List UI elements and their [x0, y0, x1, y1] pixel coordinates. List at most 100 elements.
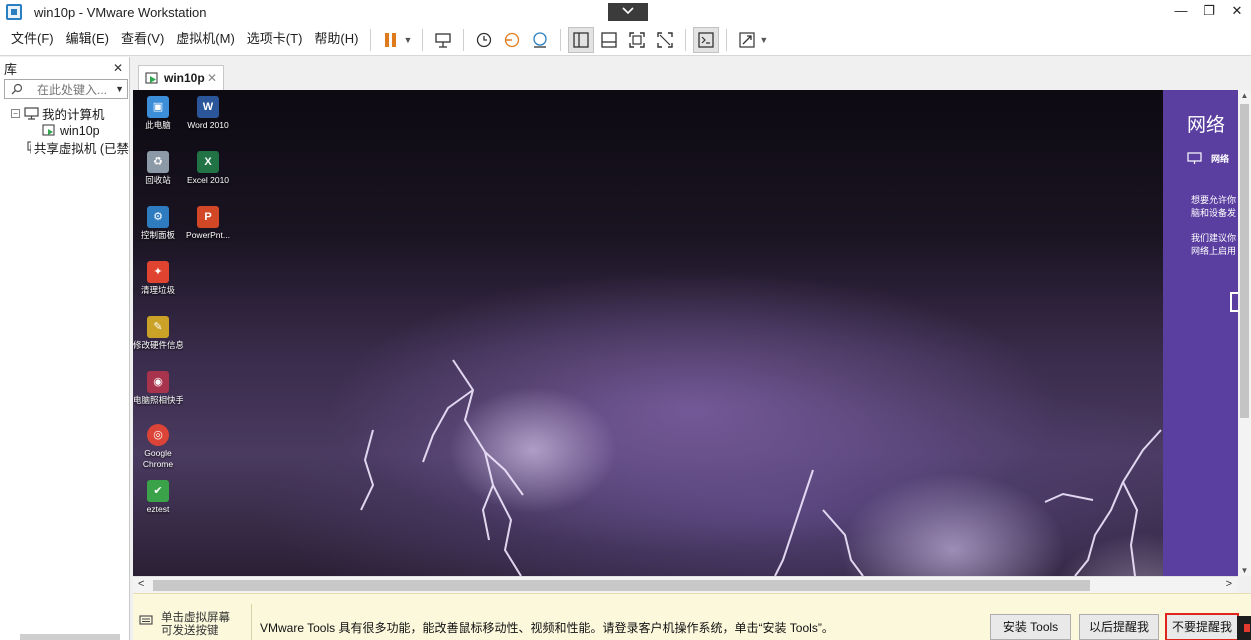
desktop-icon-label: Excel 2010	[186, 175, 230, 185]
desktop-icon-powerpoint[interactable]: P PowerPnt...	[183, 206, 233, 241]
menu-vm[interactable]: 虚拟机(M)	[170, 24, 241, 56]
toolbar-separator	[370, 28, 372, 51]
control-panel-icon: ⚙	[147, 206, 169, 228]
vm-running-icon	[145, 71, 158, 84]
tab-label: win10p	[164, 71, 205, 85]
library-close-button[interactable]: ✕	[113, 61, 123, 75]
menu-tabs[interactable]: 选项卡(T)	[241, 24, 309, 56]
desktop-icon-word[interactable]: W Word 2010	[183, 96, 233, 131]
tools-message: VMware Tools 具有很多功能，能改善鼠标移动性、视频和性能。请登录客户…	[260, 621, 834, 635]
library-panel: 库 ✕ 在此处键入... ▼ − 我的计算机 win10p 共享虚拟机 (已禁	[0, 57, 130, 640]
horizontal-scrollbar[interactable]: < >	[133, 576, 1238, 593]
desktop-icon-label: 此电脑	[145, 120, 171, 130]
menu-file[interactable]: 文件(F)	[5, 24, 60, 56]
tree-item-shared-vms[interactable]: 共享虚拟机 (已禁	[0, 139, 129, 156]
window-controls: — ❐ ✕	[1167, 0, 1251, 24]
tree-label-win10p: win10p	[60, 123, 100, 138]
desktop-icon-control-panel[interactable]: ⚙ 控制面板	[133, 206, 183, 241]
eztest-icon: ✔	[147, 480, 169, 502]
menu-edit[interactable]: 编辑(E)	[60, 24, 115, 56]
minimize-button[interactable]: —	[1167, 0, 1195, 24]
chevron-down-icon[interactable]	[608, 3, 648, 21]
hint-line-1: 单击虚拟屏幕	[161, 612, 230, 624]
bar-divider	[251, 604, 252, 640]
toolbar-separator	[560, 28, 562, 51]
toolbar-separator	[726, 28, 728, 51]
stretch-guest-icon[interactable]	[734, 27, 760, 53]
desktop-icon-this-pc[interactable]: ▣ 此电脑	[133, 96, 183, 131]
hint-line-2: 可发送按键	[161, 625, 219, 637]
vertical-scroll-thumb[interactable]	[1240, 104, 1249, 418]
remind-later-button[interactable]: 以后提醒我	[1079, 614, 1159, 640]
collapse-icon[interactable]: −	[11, 109, 20, 118]
desktop-icon-label: PowerPnt...	[186, 230, 230, 240]
console-view-icon[interactable]	[693, 26, 720, 53]
recycle-bin-icon: ♻	[147, 151, 169, 173]
desktop-icon-cleanup[interactable]: ✦ 清理垃圾	[133, 261, 183, 296]
menu-help[interactable]: 帮助(H)	[308, 24, 364, 56]
library-scrollbar[interactable]	[20, 634, 120, 640]
scroll-left-icon[interactable]: <	[138, 578, 144, 590]
scroll-right-icon[interactable]: >	[1226, 578, 1232, 590]
toolbar-separator	[422, 28, 424, 51]
toolbar-separator	[463, 28, 465, 51]
desktop-icon-chrome[interactable]: ◎ Google Chrome	[133, 424, 183, 470]
scroll-up-icon[interactable]: ▲	[1238, 91, 1251, 100]
network-button-edge[interactable]	[1230, 292, 1238, 312]
desktop-icon-label: 回收站	[145, 175, 171, 185]
notification-corner-icon	[1237, 616, 1251, 640]
keyboard-icon	[139, 615, 153, 625]
keyboard-hint: 单击虚拟屏幕 可发送按键	[139, 612, 230, 638]
computer-icon	[24, 107, 39, 120]
desktop-icon-label: eztest	[146, 504, 170, 514]
never-remind-button[interactable]: 不要提醒我	[1165, 613, 1239, 640]
toolbar-separator	[685, 28, 687, 51]
unity-icon[interactable]	[652, 27, 678, 53]
tree-label-shared: 共享虚拟机 (已禁	[33, 142, 129, 156]
desktop-icon-eztest[interactable]: ✔ eztest	[133, 480, 183, 515]
tab-close-button[interactable]: ✕	[207, 71, 217, 85]
tree-item-win10p[interactable]: win10p	[0, 122, 129, 139]
search-icon	[11, 83, 23, 95]
vm-guest-screen[interactable]: ▣ 此电脑 W Word 2010 ♻ 回收站 X Excel 2010 ⚙ 控…	[133, 90, 1163, 576]
chrome-label-text: Google Chrome	[142, 448, 174, 469]
search-dropdown-icon[interactable]: ▼	[115, 84, 124, 94]
vmware-logo-icon	[6, 4, 22, 20]
desktop-icon-excel[interactable]: X Excel 2010	[183, 151, 233, 186]
network-icon	[1187, 152, 1202, 164]
send-ctrl-alt-del-icon[interactable]	[430, 27, 456, 53]
thumbnail-bar-icon[interactable]	[596, 27, 622, 53]
vertical-scrollbar[interactable]: ▲ ▼	[1238, 90, 1251, 576]
vm-running-icon	[42, 124, 55, 136]
computer-icon: ▣	[147, 96, 169, 118]
pause-icon[interactable]	[378, 27, 404, 53]
close-button[interactable]: ✕	[1223, 0, 1251, 24]
full-screen-icon[interactable]	[624, 27, 650, 53]
desktop-icons: ▣ 此电脑 W Word 2010 ♻ 回收站 X Excel 2010 ⚙ 控…	[133, 90, 233, 576]
network-item[interactable]: 网络	[1187, 152, 1229, 165]
show-library-icon[interactable]	[568, 26, 595, 53]
tree-label-my-computer: 我的计算机	[42, 108, 105, 122]
snapshot-icon[interactable]	[471, 27, 497, 53]
desktop-icon-recycle-bin[interactable]: ♻ 回收站	[133, 151, 183, 186]
stretch-dropdown-icon[interactable]: ▼	[759, 35, 768, 45]
horizontal-scroll-thumb[interactable]	[153, 580, 1090, 591]
desktop-icon-hardware-info[interactable]: ✎ 修改硬件信息	[133, 316, 183, 351]
tab-win10p[interactable]: win10p ✕	[138, 65, 224, 90]
network-title: 网络	[1187, 115, 1226, 136]
snapshot-manager-icon[interactable]	[527, 27, 553, 53]
network-item-label: 网络	[1211, 154, 1230, 164]
tab-strip: win10p ✕	[132, 57, 1251, 90]
library-search-input[interactable]: 在此处键入... ▼	[4, 79, 128, 99]
scroll-down-icon[interactable]: ▼	[1238, 566, 1251, 575]
pause-dropdown-icon[interactable]: ▼	[403, 35, 412, 45]
title-bar: win10p - VMware Workstation — ❐ ✕	[0, 0, 1251, 24]
desktop-icon-photo-tool[interactable]: ◉ 电脑照相快手	[133, 371, 183, 406]
menu-bar: 文件(F) 编辑(E) 查看(V) 虚拟机(M) 选项卡(T) 帮助(H) ▼ …	[0, 24, 1251, 56]
install-tools-button[interactable]: 安装 Tools	[990, 614, 1071, 640]
menu-view[interactable]: 查看(V)	[115, 24, 170, 56]
restore-button[interactable]: ❐	[1195, 0, 1223, 24]
revert-snapshot-icon[interactable]	[499, 27, 525, 53]
network-text-2b: 网络上启用	[1191, 246, 1237, 256]
tree-item-my-computer[interactable]: − 我的计算机	[0, 105, 129, 122]
